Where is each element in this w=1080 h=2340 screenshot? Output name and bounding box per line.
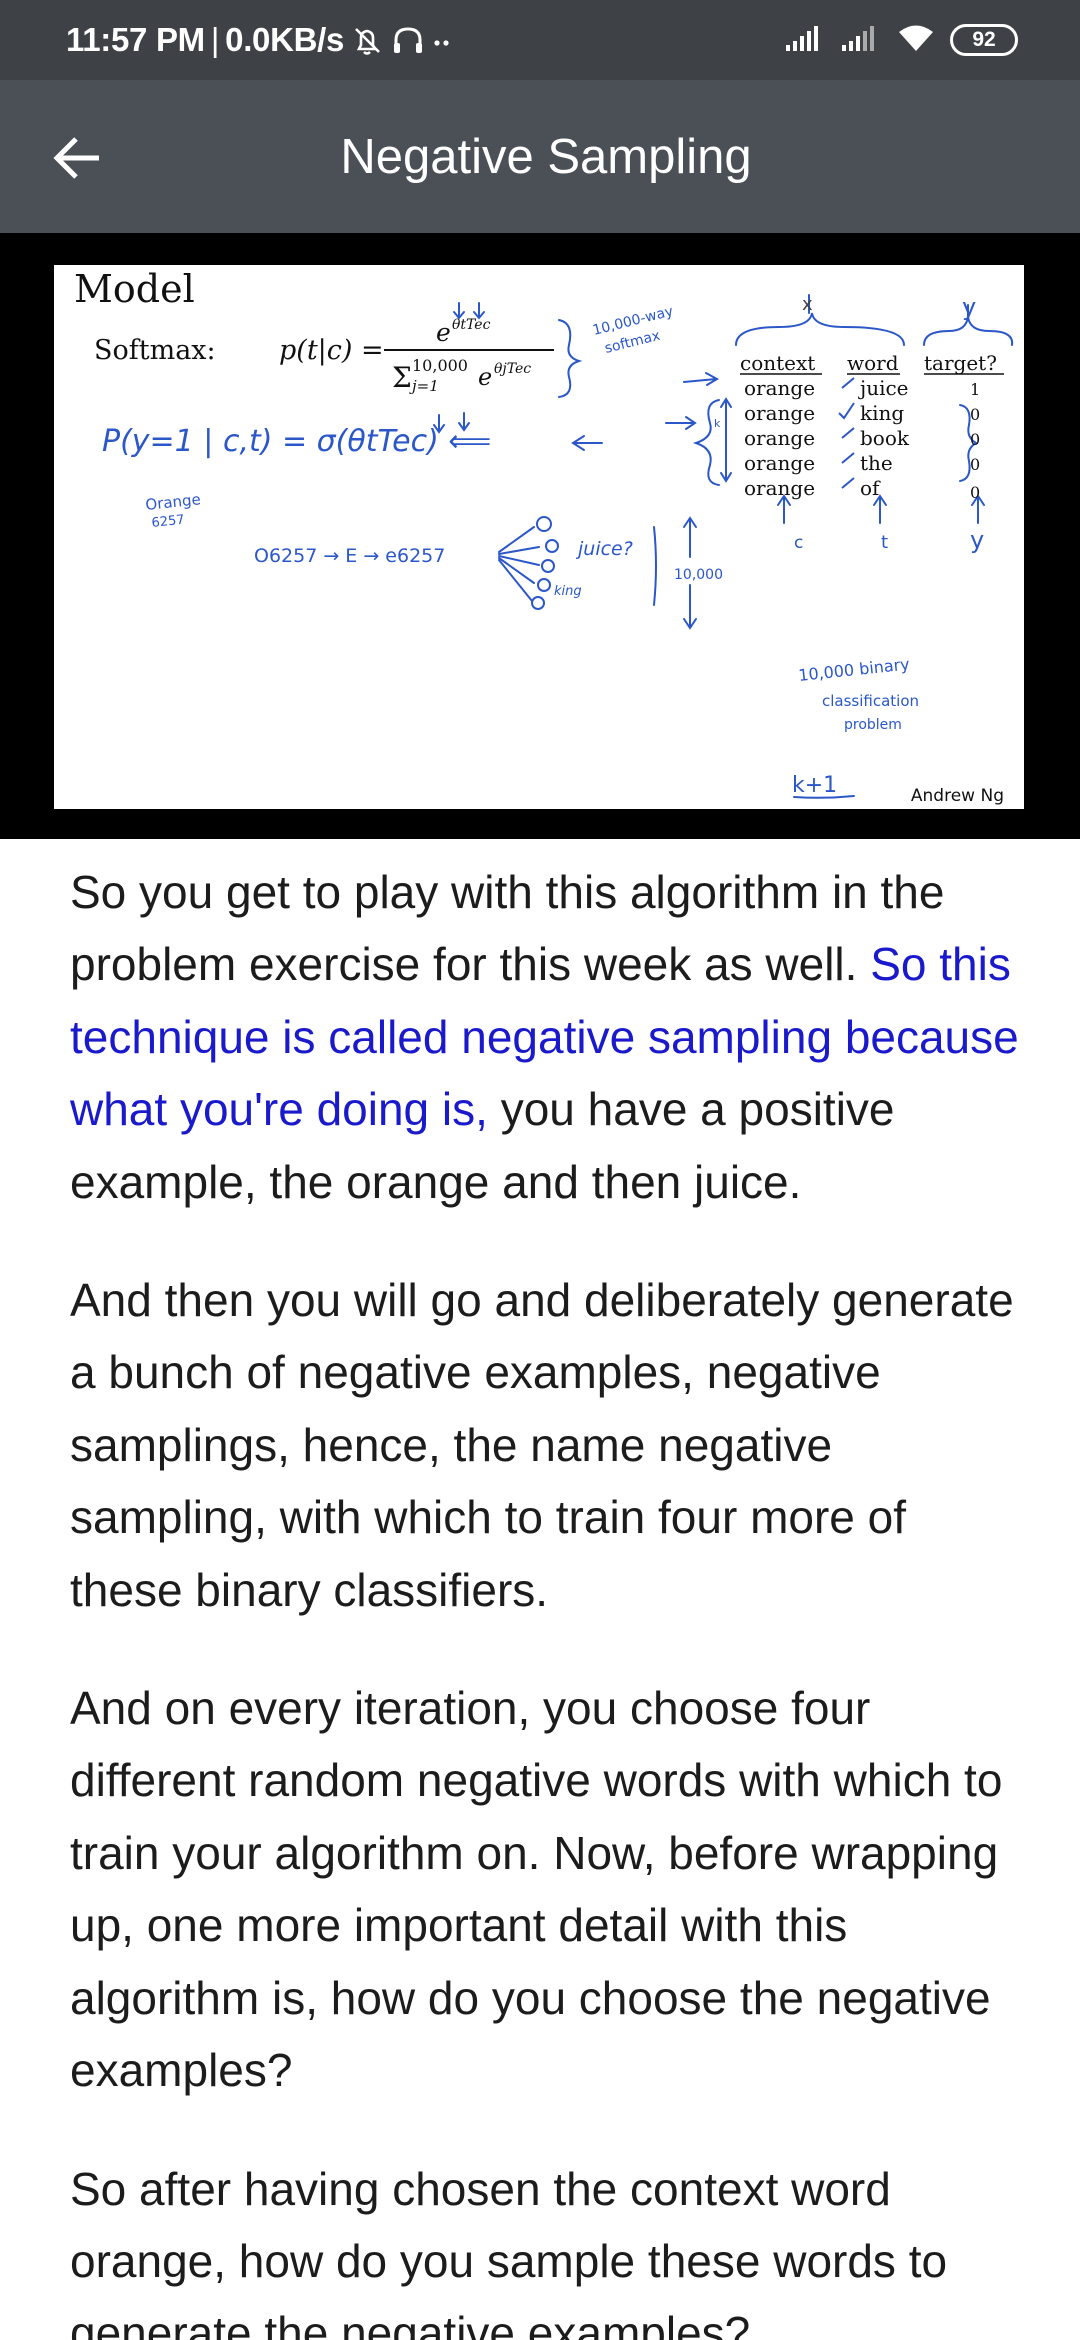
bottom-label-c: c bbox=[794, 533, 803, 553]
formula-denominator-sup: θjTec bbox=[494, 361, 531, 377]
slide-canvas: Model Softmax: p(t|c) = e θtTec Σ 10,000… bbox=[74, 267, 1014, 806]
softmax-label: Softmax: bbox=[94, 335, 216, 366]
count-label: 10,000 bbox=[674, 567, 723, 583]
table-cell: orange bbox=[744, 476, 815, 500]
table-cell: juice bbox=[858, 376, 909, 400]
transcript-text[interactable]: So you get to play with this algorithm i… bbox=[70, 866, 944, 990]
table-header-target: target? bbox=[924, 351, 997, 375]
wifi-icon bbox=[896, 23, 936, 58]
bottom-label-t: t bbox=[881, 532, 888, 553]
table-cell: book bbox=[860, 426, 910, 450]
table-cell: orange bbox=[744, 426, 815, 450]
orange-label-1: Orange bbox=[145, 490, 202, 514]
lecture-slide: Model Softmax: p(t|c) = e θtTec Σ 10,000… bbox=[54, 265, 1024, 809]
transcript-paragraph[interactable]: And on every iteration, you choose four … bbox=[70, 1672, 1030, 2106]
transcript-paragraph[interactable]: So after having chosen the context word … bbox=[70, 2153, 1030, 2340]
battery-icon: 92 bbox=[950, 24, 1018, 56]
x-mark: x bbox=[802, 294, 813, 315]
status-separator: | bbox=[210, 21, 220, 58]
orange-label-2: 6257 bbox=[151, 513, 185, 531]
table-cell: the bbox=[860, 451, 893, 475]
author-credit: Andrew Ng bbox=[911, 786, 1004, 806]
table-header-context: context bbox=[740, 351, 815, 375]
y-mark: y bbox=[962, 293, 976, 321]
binary-note-1: 10,000 binary bbox=[797, 654, 910, 685]
transcript-paragraph: So you get to play with this algorithm i… bbox=[70, 856, 1030, 1218]
formula-sum: Σ bbox=[392, 361, 412, 394]
sigmoid-formula: P(y=1 | c,t) = σ(θtTec) ⟸ bbox=[102, 424, 491, 459]
table-cell: of bbox=[860, 476, 881, 500]
page-title: Negative Sampling bbox=[340, 129, 752, 184]
table-cell: 0 bbox=[970, 483, 980, 502]
transcript-paragraph[interactable]: And then you will go and deliberately ge… bbox=[70, 1264, 1030, 1626]
k-label: k bbox=[714, 417, 721, 430]
more-dots-icon bbox=[432, 23, 452, 57]
table-header-word: word bbox=[847, 351, 899, 375]
bottom-label-y: y bbox=[970, 526, 984, 554]
formula-numerator: e bbox=[436, 318, 451, 347]
formula-numerator-sup: θtTec bbox=[452, 317, 491, 333]
video-player[interactable]: Model Softmax: p(t|c) = e θtTec Σ 10,000… bbox=[0, 233, 1080, 839]
table-cell: 0 bbox=[970, 430, 980, 449]
network-speed: 0.0KB/s bbox=[225, 21, 345, 58]
table-cell: 1 bbox=[970, 380, 980, 399]
binary-note-3: problem bbox=[844, 717, 902, 733]
status-time: 11:57 PM bbox=[66, 21, 205, 58]
table-cell: king bbox=[860, 401, 904, 425]
status-bar: 11:57 PM | 0.0KB/s 92 bbox=[0, 0, 1080, 80]
juice-label: juice? bbox=[575, 538, 633, 560]
headphones-icon bbox=[390, 23, 426, 57]
battery-level: 92 bbox=[972, 28, 996, 51]
slide-title: Model bbox=[74, 267, 195, 311]
table-cell: orange bbox=[744, 401, 815, 425]
formula-sum-sub: j=1 bbox=[409, 377, 439, 395]
status-right: 92 bbox=[784, 23, 1018, 58]
table-cell: 0 bbox=[970, 455, 980, 474]
king-label: king bbox=[554, 584, 582, 599]
app-bar: Negative Sampling bbox=[0, 80, 1080, 233]
status-left: 11:57 PM | 0.0KB/s bbox=[66, 21, 452, 59]
table-cell: 0 bbox=[970, 405, 980, 424]
table-cell: orange bbox=[744, 376, 815, 400]
formula-denominator-term: e bbox=[478, 363, 492, 391]
alarm-off-icon bbox=[350, 23, 384, 57]
binary-note-2: classification bbox=[822, 692, 919, 710]
transcript: So you get to play with this algorithm i… bbox=[70, 856, 1030, 2340]
k-plus-one: k+1 bbox=[792, 773, 837, 798]
signal-icon bbox=[840, 23, 882, 58]
signal-icon bbox=[784, 23, 826, 58]
pipeline-label: O6257 → E → e6257 bbox=[254, 545, 445, 567]
formula-sum-sup: 10,000 bbox=[412, 356, 468, 375]
table-cell: orange bbox=[744, 451, 815, 475]
formula-lhs: p(t|c) = bbox=[279, 335, 384, 366]
